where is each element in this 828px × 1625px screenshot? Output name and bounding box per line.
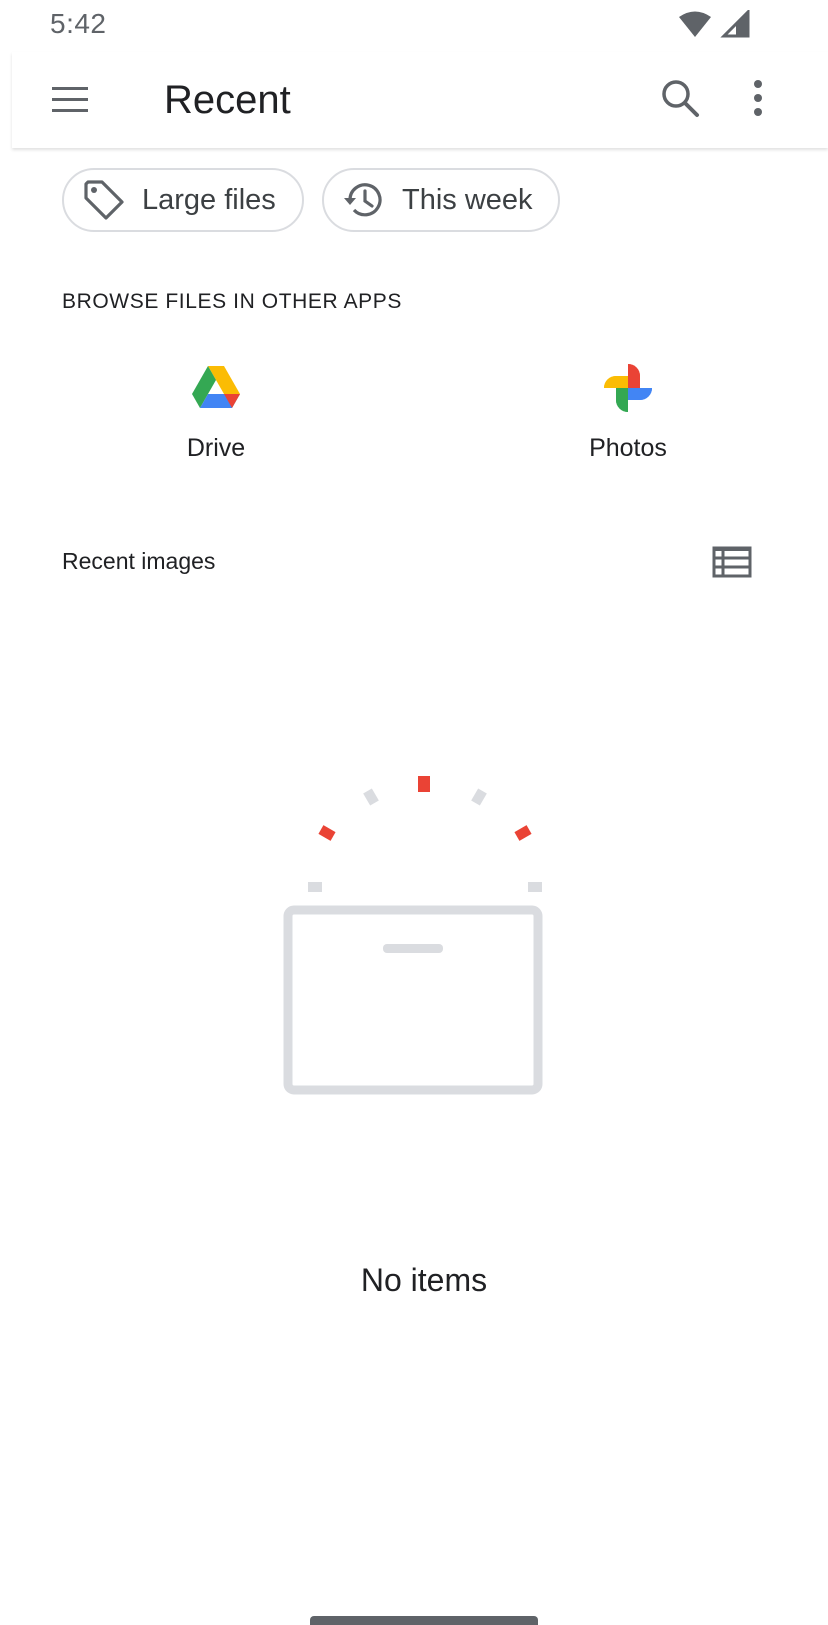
chip-large-files[interactable]: Large files [62, 168, 304, 232]
ray-mark [318, 825, 336, 841]
search-button[interactable] [656, 74, 704, 122]
status-icons [678, 10, 750, 40]
list-view-icon [712, 546, 752, 578]
drive-icon [192, 366, 240, 408]
search-icon [662, 80, 699, 117]
more-options-button[interactable] [734, 74, 782, 122]
box-outline [283, 905, 543, 1095]
status-time: 5:42 [50, 8, 107, 39]
ray-mark [418, 776, 430, 792]
app-tile-label: Photos [589, 434, 667, 462]
history-icon [342, 178, 386, 222]
app-tile-label: Drive [186, 434, 246, 462]
list-view-button[interactable] [710, 540, 754, 584]
page-title: Recent [164, 78, 291, 122]
app-tile-photos[interactable]: Photos [528, 360, 728, 490]
home-indicator[interactable] [310, 1616, 538, 1625]
menu-button[interactable] [46, 76, 94, 124]
hamburger-menu-icon [52, 87, 88, 112]
chip-label: Large files [142, 183, 276, 216]
ray-mark [514, 825, 532, 841]
ray-mark [528, 882, 542, 892]
empty-box-illustration [283, 776, 543, 1095]
ray-mark [471, 788, 487, 806]
app-tile-drive[interactable]: Drive [116, 360, 316, 490]
recent-images-header: Recent images [62, 548, 216, 574]
photos-icon [604, 364, 652, 412]
screen: 5:42 Recent Large files This week BROWSE… [0, 0, 828, 1625]
ray-mark [308, 882, 322, 892]
empty-state-text: No items [360, 1262, 488, 1298]
browse-section-header: BROWSE FILES IN OTHER APPS [62, 290, 403, 313]
chip-this-week[interactable]: This week [322, 168, 560, 232]
status-bar: 5:42 [0, 0, 828, 52]
cell-signal-icon [720, 10, 750, 38]
ray-mark [363, 788, 379, 806]
box-slot [383, 944, 443, 953]
app-bar: Recent [12, 52, 828, 148]
chip-label: This week [402, 183, 533, 216]
more-vert-icon [754, 80, 762, 116]
tag-icon [82, 178, 126, 222]
wifi-icon [679, 11, 711, 37]
